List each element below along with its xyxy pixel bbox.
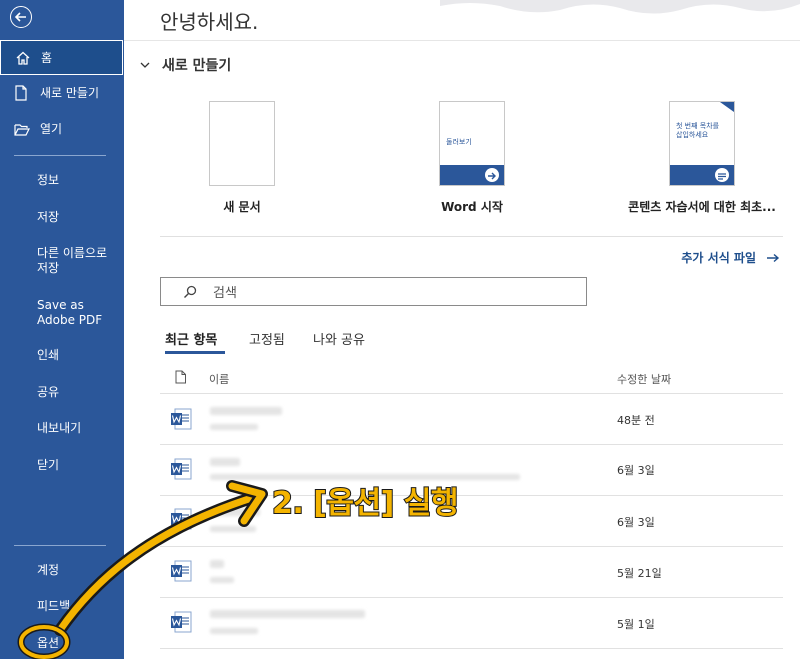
table-divider <box>160 444 783 445</box>
word-document-icon <box>171 458 192 480</box>
nav-home-label: 홈 <box>41 51 53 65</box>
tutorial-callout: 2. [옵션] 실행 <box>271 485 459 522</box>
blurred-file-path <box>210 526 256 532</box>
folder-open-icon <box>14 123 30 136</box>
header-divider <box>124 40 800 41</box>
template-label: Word 시작 <box>441 200 503 214</box>
table-divider <box>160 393 783 394</box>
template-toc-tutorial[interactable]: 첫 번째 목차를 삽입하세요 콘텐츠 자습서에 대한 최초... <box>622 101 782 215</box>
file-modified-date: 6월 3일 <box>617 516 655 529</box>
chevron-down-icon <box>140 62 150 68</box>
nav-share[interactable]: 공유 <box>37 385 117 400</box>
search-input[interactable]: 검색 <box>160 277 587 306</box>
nav-new-label: 새로 만들기 <box>40 85 100 100</box>
template-label: 새 문서 <box>223 200 261 214</box>
file-modified-date: 5월 1일 <box>617 618 655 631</box>
nav-save-adobe-pdf[interactable]: Save as Adobe PDF <box>37 298 117 328</box>
table-divider <box>160 546 783 547</box>
tab-shared-with-me[interactable]: 나와 공유 <box>313 329 365 348</box>
blurred-file-name <box>210 458 240 466</box>
table-divider <box>160 495 783 496</box>
thumb-text: 둘러보기 <box>446 138 472 146</box>
table-divider <box>160 648 783 649</box>
nav-info[interactable]: 정보 <box>37 173 117 188</box>
table-divider <box>160 597 783 598</box>
nav-open-label: 열기 <box>40 122 63 136</box>
blurred-file-path <box>210 577 234 583</box>
nav-export[interactable]: 내보내기 <box>37 421 117 436</box>
thumb-text: 첫 번째 목차를 삽입하세요 <box>676 122 720 139</box>
template-thumbnail <box>209 101 275 186</box>
word-document-icon <box>171 560 192 582</box>
word-document-icon <box>171 611 192 633</box>
nav-new[interactable]: 새로 만들기 <box>0 85 124 101</box>
column-header-modified[interactable]: 수정한 날짜 <box>617 371 671 387</box>
blurred-file-path <box>210 424 258 430</box>
arrow-right-icon <box>485 168 499 182</box>
file-modified-date: 6월 3일 <box>617 464 655 477</box>
search-icon <box>184 285 197 298</box>
blurred-file-path <box>210 628 258 634</box>
column-header-name[interactable]: 이름 <box>209 371 229 387</box>
blurred-file-name <box>210 508 260 516</box>
tab-active-indicator <box>165 351 225 354</box>
section-divider <box>160 236 783 237</box>
sidebar-divider <box>14 545 106 546</box>
search-placeholder: 검색 <box>213 286 237 301</box>
nav-save[interactable]: 저장 <box>37 210 117 225</box>
new-section-title: 새로 만들기 <box>162 58 232 74</box>
tab-pinned[interactable]: 고정됨 <box>249 329 285 348</box>
tab-recent[interactable]: 최근 항목 <box>165 329 217 348</box>
nav-close[interactable]: 닫기 <box>37 458 117 473</box>
file-modified-date: 48분 전 <box>617 414 655 427</box>
nav-account[interactable]: 계정 <box>37 563 117 578</box>
arrow-left-icon <box>14 12 26 22</box>
nav-feedback[interactable]: 피드백 <box>37 599 117 614</box>
word-document-icon <box>171 408 192 430</box>
arrow-right-icon <box>767 253 780 262</box>
insert-toc-icon <box>715 168 729 182</box>
nav-home[interactable]: 홈 <box>0 40 123 75</box>
nav-options[interactable]: 옵션 <box>37 636 117 651</box>
blurred-file-name <box>210 560 224 568</box>
file-type-icon <box>175 370 186 384</box>
new-document-icon <box>15 85 27 101</box>
word-document-icon <box>171 508 192 530</box>
more-templates-label: 추가 서식 파일 <box>681 251 756 265</box>
file-modified-date: 5월 21일 <box>617 567 662 580</box>
backstage-sidebar: 홈 새로 만들기 열기 정보 저장 다른 이름으로 저장 Save as Ado… <box>0 0 124 659</box>
template-label: 콘텐츠 자습서에 대한 최초... <box>628 200 776 214</box>
more-templates-link[interactable]: 추가 서식 파일 <box>681 249 780 266</box>
new-section-toggle[interactable]: 새로 만들기 <box>140 55 231 75</box>
nav-save-as[interactable]: 다른 이름으로 저장 <box>37 246 109 276</box>
template-thumbnail: 둘러보기 <box>439 101 505 186</box>
sidebar-divider <box>14 155 106 156</box>
header-decoration <box>440 0 800 14</box>
blurred-file-name <box>210 610 365 618</box>
nav-print[interactable]: 인쇄 <box>37 348 117 363</box>
template-blank-document[interactable]: 새 문서 <box>167 101 317 215</box>
template-word-tour[interactable]: 둘러보기 Word 시작 <box>397 101 547 215</box>
page-title: 안녕하세요. <box>160 10 259 34</box>
nav-open[interactable]: 열기 <box>0 122 124 137</box>
back-button[interactable] <box>10 6 32 28</box>
home-icon <box>16 51 30 65</box>
blurred-file-name <box>210 407 282 415</box>
template-thumbnail: 첫 번째 목차를 삽입하세요 <box>669 101 735 186</box>
